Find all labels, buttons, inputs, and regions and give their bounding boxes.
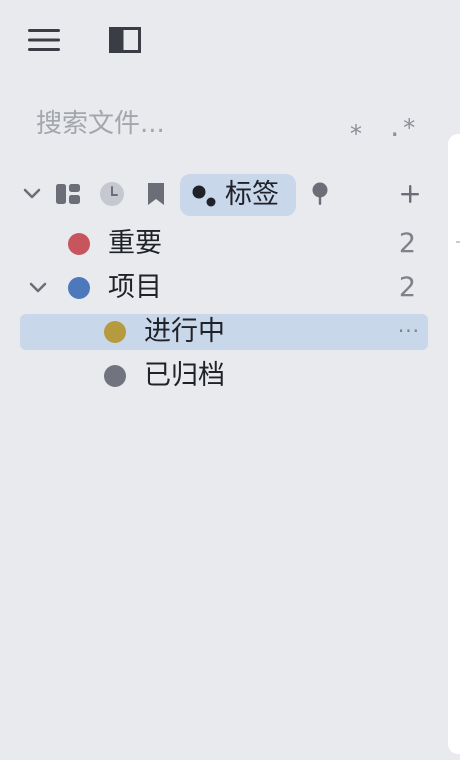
- tag-color-dot: [104, 321, 126, 343]
- tags-icon: [192, 185, 216, 207]
- sidebar-toggle-icon[interactable]: [105, 20, 145, 60]
- tag-count: 2: [398, 228, 416, 259]
- tags-sidebar: * .*: [0, 0, 460, 760]
- tag-label: 重要: [108, 228, 162, 259]
- tag-color-dot: [68, 277, 90, 299]
- tag-count: 2: [398, 272, 416, 303]
- search-bar: * .*: [24, 102, 428, 148]
- more-options-button[interactable]: ···: [398, 314, 420, 348]
- panel-divider-tick: [456, 241, 460, 243]
- tag-item-archived[interactable]: 已归档: [20, 358, 428, 394]
- tab-tags-label: 标签: [225, 179, 279, 210]
- pin-icon[interactable]: [304, 178, 336, 210]
- regex-toggle-button[interactable]: .*: [386, 106, 418, 150]
- tag-label: 已归档: [144, 360, 225, 391]
- tag-label: 进行中: [144, 316, 225, 347]
- chevron-down-icon[interactable]: [28, 278, 48, 298]
- tag-color-dot: [104, 365, 126, 387]
- tab-tags[interactable]: 标签: [180, 174, 296, 216]
- clock-icon[interactable]: [96, 178, 128, 210]
- bookmark-icon[interactable]: [140, 178, 172, 210]
- editor-panel-edge: [448, 134, 460, 754]
- wildcard-toggle-button[interactable]: *: [344, 112, 368, 156]
- tag-label: 项目: [108, 272, 162, 303]
- tag-item-in-progress[interactable]: 进行中 ···: [20, 314, 428, 350]
- tag-item-important[interactable]: 重要 2: [20, 226, 428, 262]
- chevron-down-icon[interactable]: [16, 178, 48, 210]
- hamburger-icon[interactable]: [24, 20, 64, 60]
- view-switcher: 标签: [20, 172, 428, 218]
- tag-item-project[interactable]: 项目 2: [20, 270, 428, 306]
- plus-icon[interactable]: [394, 178, 426, 210]
- tag-color-dot: [68, 233, 90, 255]
- search-input[interactable]: [24, 102, 336, 146]
- dashboard-icon[interactable]: [52, 178, 84, 210]
